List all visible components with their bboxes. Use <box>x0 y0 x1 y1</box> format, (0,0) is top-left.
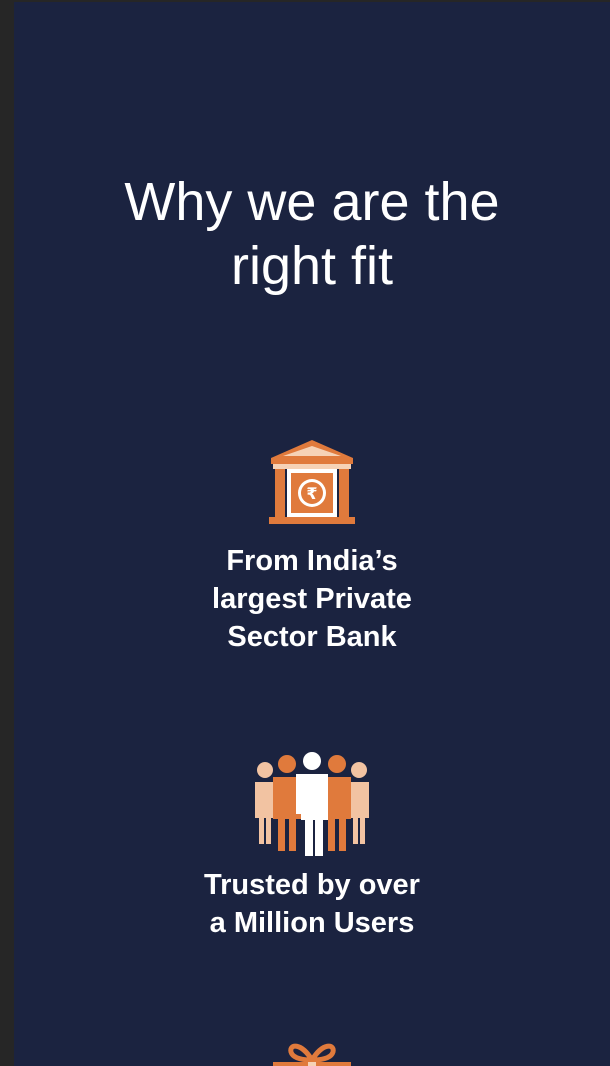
feature-users: Trusted by over a Million Users <box>14 752 610 942</box>
feature-bank: ₹ From India’s largest Private Sector Ba… <box>14 438 610 656</box>
svg-text:₹: ₹ <box>306 484 317 503</box>
feature-users-line-1: Trusted by over <box>204 869 420 901</box>
feature-bank-text: From India’s largest Private Sector Bank <box>14 542 610 656</box>
page-title-line-2: right fit <box>230 236 394 296</box>
page-title-line-1: Why we are the <box>124 172 500 232</box>
people-group-icon <box>255 752 369 856</box>
bank-rupee-icon: ₹ <box>269 440 355 524</box>
feature-rewards <box>14 1038 610 1066</box>
feature-bank-line-3: Sector Bank <box>227 621 397 653</box>
device-frame: Why we are the right fit ₹ From India’s <box>0 0 610 1066</box>
app-screen: Why we are the right fit ₹ From India’s <box>14 2 610 1066</box>
feature-bank-line-2: largest Private <box>212 583 412 615</box>
feature-users-text: Trusted by over a Million Users <box>14 866 610 942</box>
page-title: Why we are the right fit <box>14 170 610 298</box>
feature-bank-line-1: From India’s <box>226 545 398 577</box>
gift-icon <box>273 1043 351 1066</box>
feature-users-line-2: a Million Users <box>209 907 415 939</box>
